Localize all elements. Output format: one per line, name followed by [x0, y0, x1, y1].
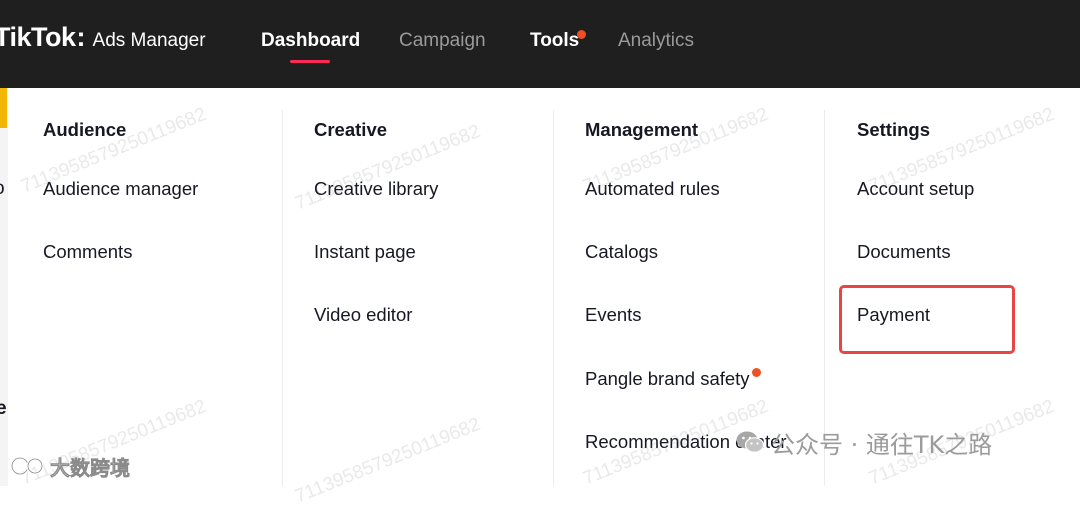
menu-item-pangle-brand-safety[interactable]: Pangle brand safety: [585, 368, 761, 390]
menu-item-instant-page[interactable]: Instant page: [314, 241, 416, 263]
wechat-icon: [736, 431, 765, 453]
menu-item-account-setup[interactable]: Account setup: [857, 178, 974, 200]
page-text-fragment: e: [0, 398, 7, 419]
menu-item-catalogs[interactable]: Catalogs: [585, 241, 658, 263]
dashu-logo-icon: [10, 456, 44, 476]
menu-item-events[interactable]: Events: [585, 304, 642, 326]
nav-dashboard[interactable]: Dashboard: [261, 30, 360, 52]
menu-item-automated-rules[interactable]: Automated rules: [585, 178, 720, 200]
tools-notification-dot: [577, 30, 586, 39]
active-tab-underline: [290, 60, 330, 63]
column-divider: [282, 110, 283, 486]
logo-colon: :: [76, 22, 86, 52]
management-heading: Management: [585, 119, 699, 140]
page-text-fragment: o: [0, 178, 5, 200]
nav-tools[interactable]: Tools: [530, 30, 579, 52]
nav-campaign[interactable]: Campaign: [399, 30, 486, 52]
logo-brand: TikTok: [0, 22, 76, 52]
new-feature-dot: [751, 368, 761, 377]
menu-item-audience-manager[interactable]: Audience manager: [43, 178, 198, 200]
settings-heading: Settings: [857, 119, 930, 140]
page-yellow-accent: [0, 88, 7, 128]
menu-item-documents[interactable]: Documents: [857, 241, 951, 263]
menu-item-creative-library[interactable]: Creative library: [314, 178, 438, 200]
wechat-watermark-text: 公众号 · 通往TK之路: [771, 430, 993, 459]
column-divider: [553, 110, 554, 486]
source-watermark-text: 大数跨境: [50, 456, 131, 481]
tiktok-ads-manager-logo[interactable]: TikTok: Ads Manager: [0, 22, 206, 62]
payment-highlight-box: [839, 285, 1015, 354]
nav-analytics[interactable]: Analytics: [618, 30, 694, 52]
page-background-edge: [0, 88, 8, 486]
wechat-watermark: 公众号 · 通往TK之路: [735, 426, 993, 459]
top-navigation-bar: TikTok: Ads Manager Dashboard Campaign To…: [0, 0, 1080, 88]
pangle-brand-safety-label: Pangle brand safety: [585, 368, 750, 389]
logo-product: Ads Manager: [92, 30, 206, 51]
source-watermark: 大数跨境: [10, 452, 130, 481]
audience-heading: Audience: [43, 119, 127, 140]
menu-item-comments[interactable]: Comments: [43, 241, 132, 263]
creative-heading: Creative: [314, 119, 388, 140]
menu-item-video-editor[interactable]: Video editor: [314, 304, 412, 326]
